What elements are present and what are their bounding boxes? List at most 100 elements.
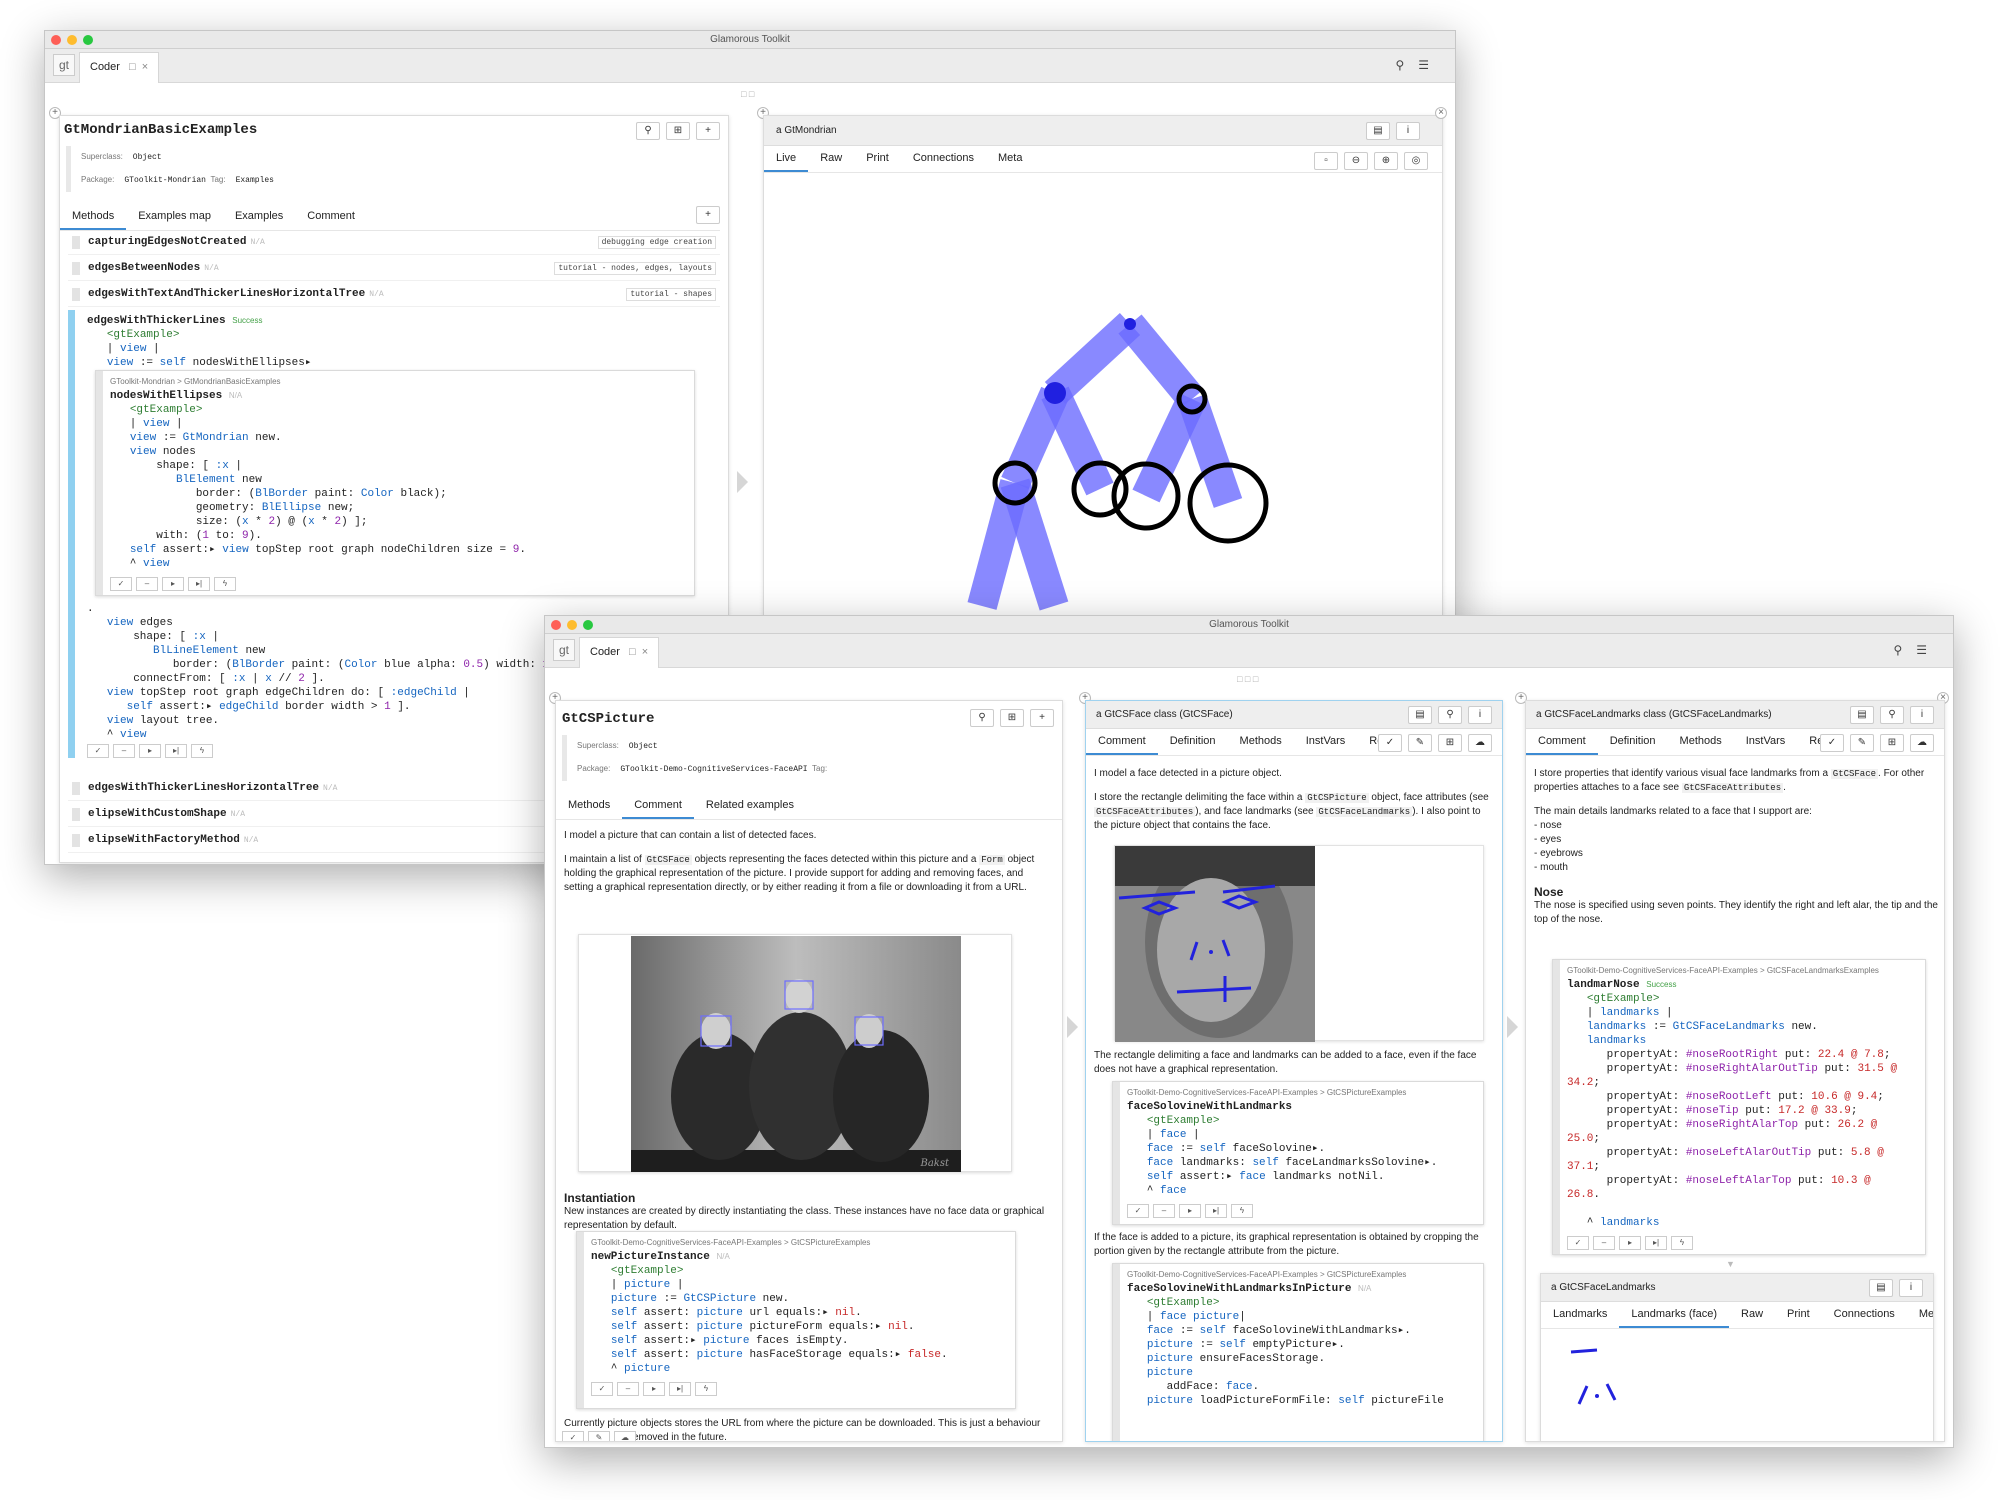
play-inspect-button[interactable]: ▸|	[188, 577, 210, 591]
method-tag[interactable]: tutorial - nodes, edges, layouts	[554, 262, 716, 275]
superclass-value[interactable]: Object	[133, 153, 162, 162]
method-source[interactable]: edgesWithThickerLines Success <gtExample…	[87, 314, 718, 370]
edit-icon[interactable]: ✎	[1408, 734, 1432, 752]
debug-button[interactable]: ϟ	[214, 577, 236, 591]
edit-icon[interactable]: ✎	[588, 1431, 610, 1441]
tab-raw[interactable]: Raw	[1729, 1302, 1775, 1328]
zoom-in-icon[interactable]: ⊕	[1374, 152, 1398, 170]
play-inspect-button[interactable]: ▸|	[1645, 1236, 1667, 1250]
cloud-icon[interactable]: ☁	[614, 1431, 636, 1441]
hierarchy-icon[interactable]: ⊞	[1880, 734, 1904, 752]
tab-meta[interactable]: Meta	[1907, 1302, 1933, 1328]
run-button[interactable]: ▸	[162, 577, 184, 591]
tab-raw[interactable]: Raw	[808, 146, 854, 172]
tab-related-examples[interactable]: Related examples	[694, 793, 806, 819]
tab-definition[interactable]: Definition	[1158, 729, 1228, 755]
search-icon[interactable]: ⚲	[1880, 706, 1904, 724]
play-inspect-button[interactable]: ▸|	[1205, 1204, 1227, 1218]
cloud-icon[interactable]: ☁	[1468, 734, 1492, 752]
info-icon[interactable]: i	[1899, 1279, 1923, 1297]
package-value[interactable]: GToolkit-Mondrian	[124, 176, 206, 185]
tab-landmarks[interactable]: Landmarks	[1541, 1302, 1619, 1328]
tree-node[interactable]	[1124, 318, 1136, 330]
zoom-out-icon[interactable]: ⊖	[1344, 152, 1368, 170]
method-source-continued[interactable]: . view edges shape: [ :x | BlLineElement…	[87, 602, 582, 742]
comment-paragraph[interactable]: If the face is added to a picture, its g…	[1094, 1231, 1496, 1259]
tab-print[interactable]: Print	[854, 146, 901, 172]
pin-tab-icon[interactable]: □	[129, 61, 136, 73]
close-tab-icon[interactable]: ×	[642, 646, 648, 658]
method-tag[interactable]: tutorial - shapes	[626, 288, 716, 301]
tab-examples-map[interactable]: Examples map	[126, 204, 223, 230]
discard-button[interactable]: –	[617, 1382, 639, 1396]
pin-tab-icon[interactable]: □	[629, 646, 636, 658]
tab-connections[interactable]: Connections	[1822, 1302, 1907, 1328]
discard-button[interactable]: –	[113, 744, 135, 758]
accept-button[interactable]: ✓	[591, 1382, 613, 1396]
info-icon[interactable]: i	[1396, 122, 1420, 140]
accept-button[interactable]: ✓	[110, 577, 132, 591]
run-button[interactable]: ▸	[139, 744, 161, 758]
hierarchy-button[interactable]: ⊞	[666, 122, 690, 140]
example-method-editor[interactable]: GToolkit-Demo-CognitiveServices-FaceAPI-…	[1112, 1263, 1484, 1441]
close-window-button[interactable]	[551, 620, 561, 630]
expand-arrow-icon[interactable]: ▼	[1726, 1259, 1735, 1269]
superclass-value[interactable]: Object	[629, 742, 658, 751]
debug-button[interactable]: ϟ	[1671, 1236, 1693, 1250]
face-preview[interactable]	[1114, 845, 1484, 1042]
reset-zoom-icon[interactable]: ◎	[1404, 152, 1428, 170]
tree-node[interactable]	[1044, 382, 1066, 404]
tab-instvars[interactable]: InstVars	[1294, 729, 1358, 755]
code-reference[interactable]: GtCSFaceLandmarks	[1316, 807, 1413, 817]
code-reference[interactable]: GtCSPicture	[1305, 793, 1369, 803]
tab-meta[interactable]: Meta	[986, 146, 1034, 172]
package-value[interactable]: GToolkit-Demo-CognitiveServices-FaceAPI	[620, 765, 807, 774]
zoom-window-button[interactable]	[583, 620, 593, 630]
class-comment[interactable]: I store properties that identify various…	[1534, 767, 1938, 927]
debug-button[interactable]: ϟ	[1231, 1204, 1253, 1218]
code-reference[interactable]: GtCSFaceAttributes	[1094, 807, 1196, 817]
play-inspect-button[interactable]: ▸|	[669, 1382, 691, 1396]
menu-icon[interactable]: ☰	[1916, 643, 1941, 657]
class-comment-footer[interactable]: Currently picture objects stores the URL…	[564, 1417, 1054, 1441]
close-window-button[interactable]	[51, 35, 61, 45]
tab-comment[interactable]: Comment	[1526, 729, 1598, 755]
info-icon[interactable]: i	[1910, 706, 1934, 724]
tab-methods[interactable]: Methods	[60, 204, 127, 230]
gt-logo-icon[interactable]: gt	[553, 639, 575, 661]
tab-print[interactable]: Print	[1775, 1302, 1822, 1328]
tab-connections[interactable]: Connections	[901, 146, 986, 172]
gt-logo-icon[interactable]: gt	[53, 54, 75, 76]
picture-preview[interactable]: Bakst	[578, 934, 1012, 1172]
embedded-method-editor[interactable]: GToolkit-Mondrian > GtMondrianBasicExamp…	[95, 370, 695, 596]
discard-button[interactable]: –	[1593, 1236, 1615, 1250]
tab-comment[interactable]: Comment	[295, 204, 367, 230]
method-row[interactable]: edgesWithTextAndThickerLinesHorizontalTr…	[68, 282, 720, 307]
code-reference[interactable]: GtCSFaceAttributes	[1681, 783, 1784, 793]
tab-methods[interactable]: Methods	[1668, 729, 1734, 755]
debug-button[interactable]: ϟ	[695, 1382, 717, 1396]
play-inspect-button[interactable]: ▸|	[165, 744, 187, 758]
accept-button[interactable]: ✓	[1127, 1204, 1149, 1218]
code-reference[interactable]: Form	[979, 855, 1005, 865]
coder-tab[interactable]: Coder □ ×	[79, 52, 159, 83]
method-row[interactable]: edgesBetweenNodes N/A tutorial - nodes, ed…	[68, 256, 720, 281]
search-button[interactable]: ⚲	[636, 122, 660, 140]
tab-methods[interactable]: Methods	[1228, 729, 1294, 755]
example-method-editor[interactable]: GToolkit-Demo-CognitiveServices-FaceAPI-…	[1552, 959, 1926, 1255]
tab-landmarks-face[interactable]: Landmarks (face)	[1619, 1302, 1730, 1328]
debug-button[interactable]: ϟ	[191, 744, 213, 758]
book-icon[interactable]: ▤	[1408, 706, 1432, 724]
run-button[interactable]: ▸	[643, 1382, 665, 1396]
add-button[interactable]: +	[696, 122, 720, 140]
accept-button[interactable]: ✓	[1567, 1236, 1589, 1250]
info-icon[interactable]: i	[1468, 706, 1492, 724]
add-button[interactable]: +	[1030, 709, 1054, 727]
accept-button[interactable]: ✓	[1820, 734, 1844, 752]
tab-comment[interactable]: Comment	[1086, 729, 1158, 755]
class-comment[interactable]: I model a face detected in a picture obj…	[1094, 767, 1496, 833]
method-tag[interactable]: debugging edge creation	[597, 236, 716, 249]
search-icon[interactable]: ⚲	[1395, 58, 1418, 72]
minimize-window-button[interactable]	[567, 620, 577, 630]
add-method-button[interactable]: +	[696, 206, 720, 224]
